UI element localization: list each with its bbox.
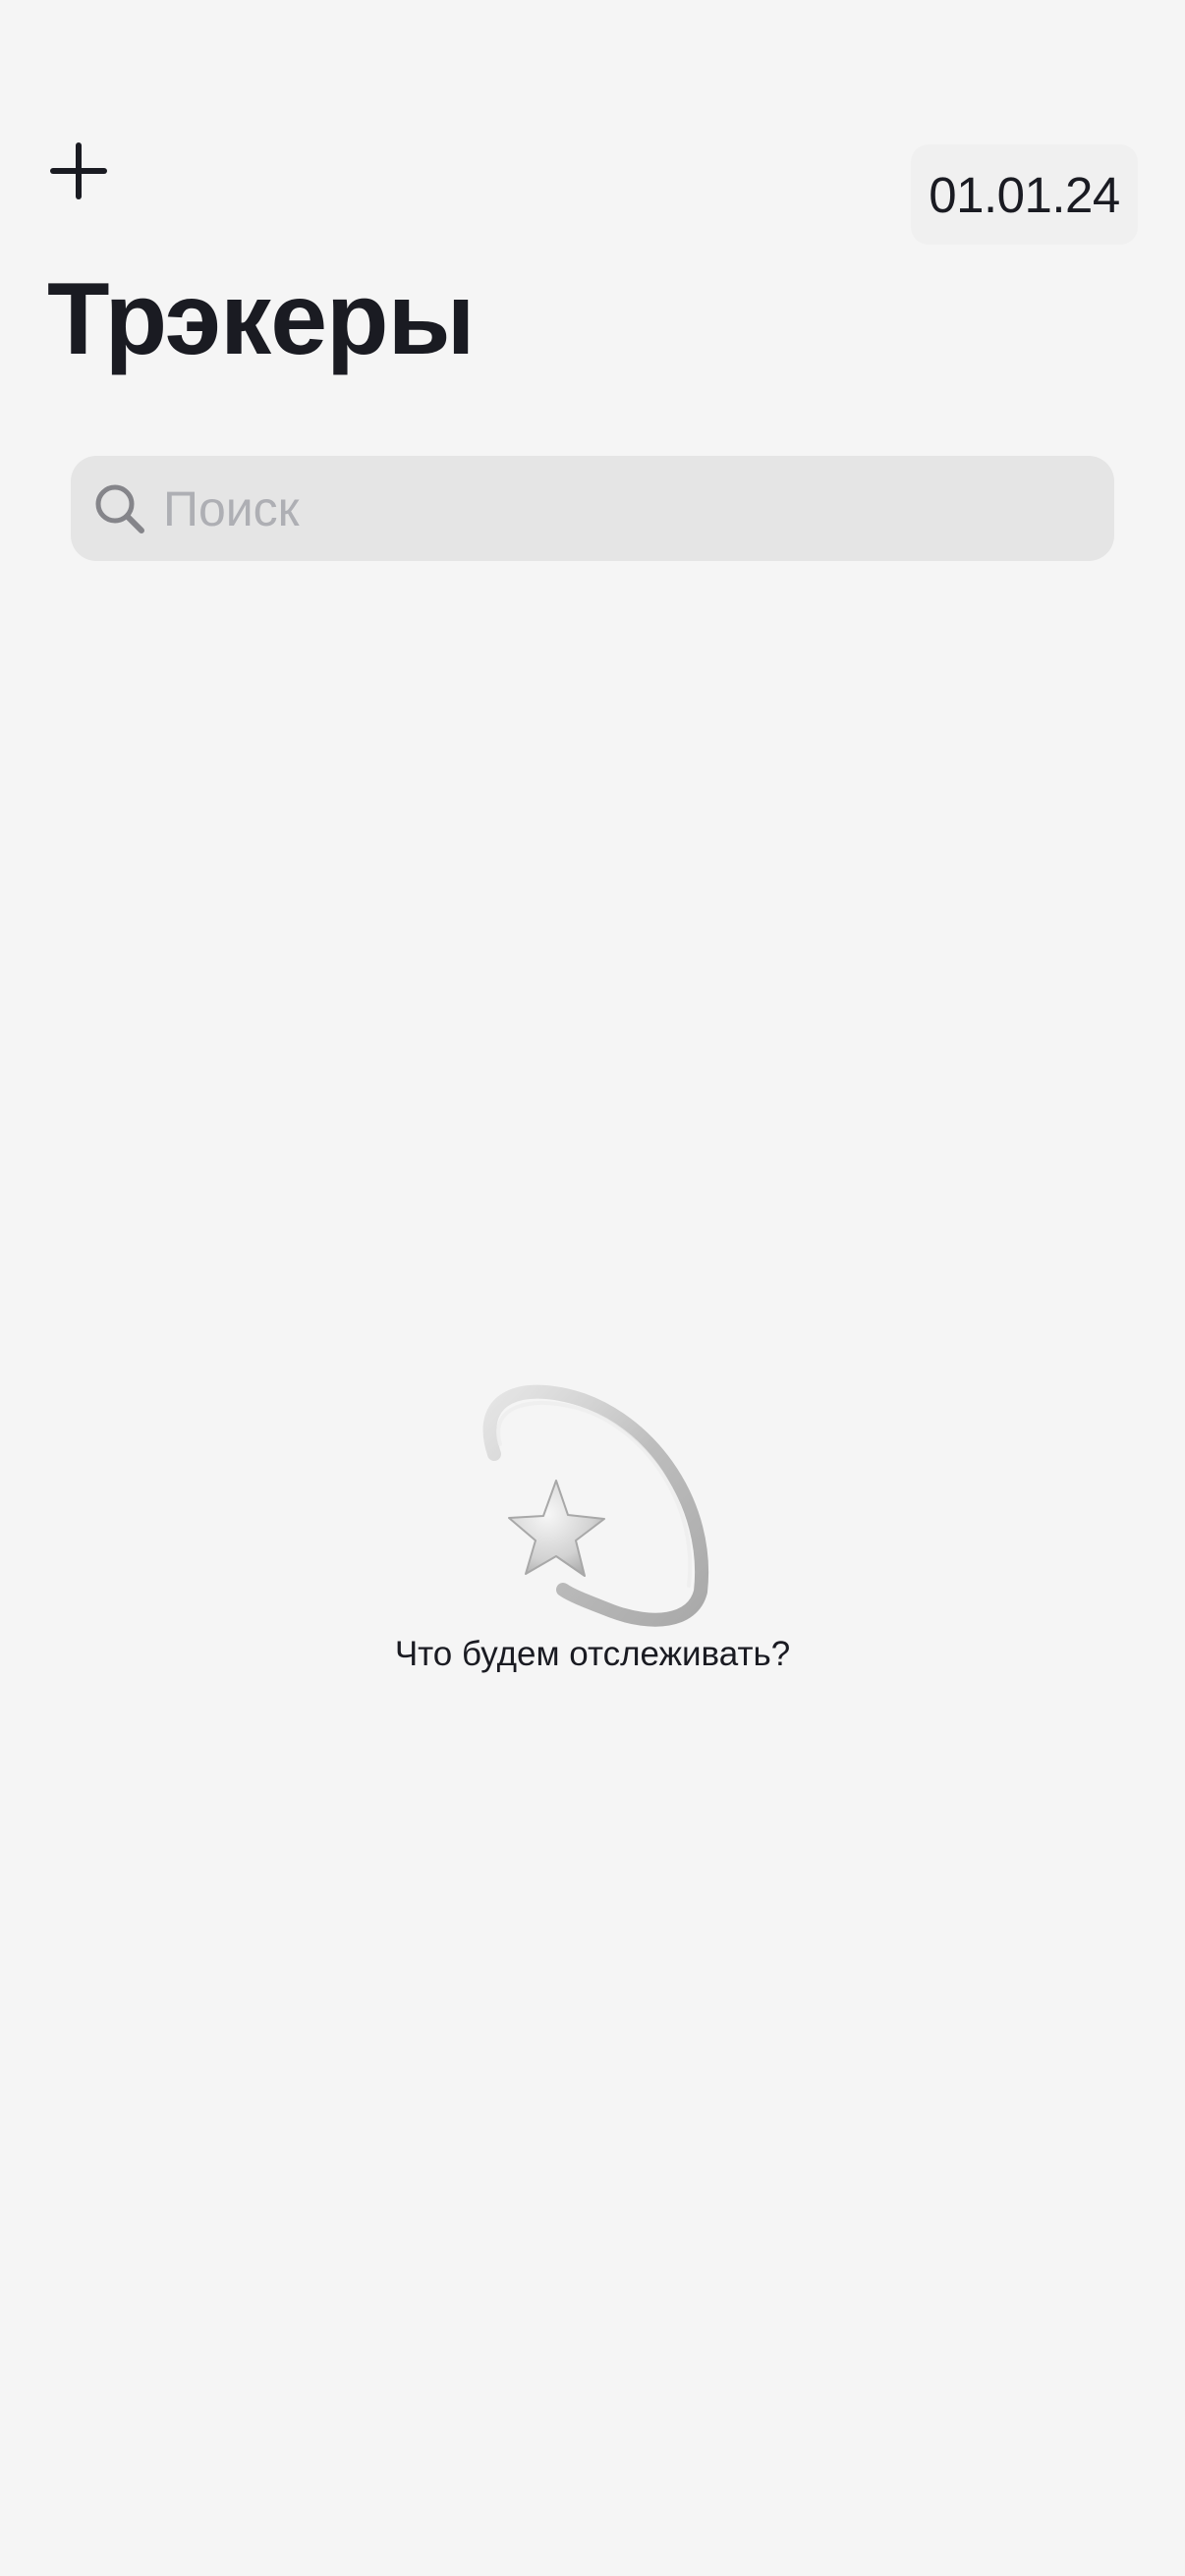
add-tracker-button[interactable] <box>49 141 108 200</box>
plus-icon <box>50 142 107 199</box>
shooting-star-icon <box>482 1384 709 1627</box>
empty-state-message: Что будем отслеживать? <box>394 1635 791 1673</box>
empty-state: Что будем отслеживать? <box>0 1375 1185 1674</box>
search-bar[interactable] <box>71 456 1114 561</box>
search-icon <box>92 481 147 536</box>
date-label: 01.01.24 <box>929 166 1120 223</box>
date-picker-button[interactable]: 01.01.24 <box>911 144 1138 245</box>
search-input[interactable] <box>163 469 1047 548</box>
page-title: Трэкеры <box>47 262 475 376</box>
